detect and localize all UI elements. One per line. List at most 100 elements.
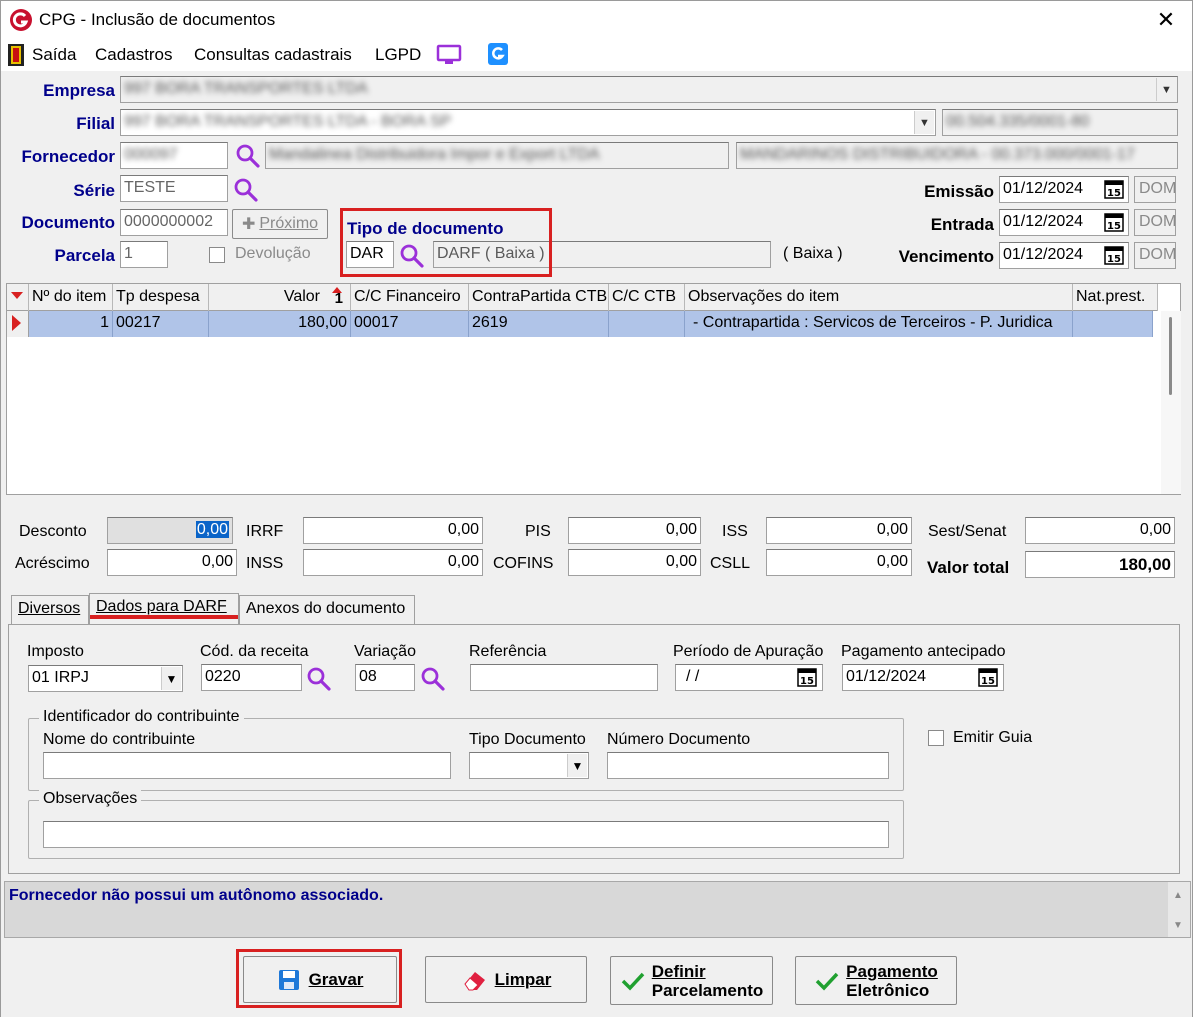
tipo-documento-contrib-select[interactable]: ▼ (469, 752, 589, 779)
menu-saida[interactable]: Saída (32, 45, 76, 65)
emitir-guia-checkbox[interactable] (928, 730, 944, 746)
parcelamento-label: Parcelamento (651, 980, 764, 1000)
chevron-down-icon[interactable]: ▼ (1156, 78, 1176, 101)
chevron-down-icon[interactable]: ▼ (567, 754, 587, 777)
cell-cc-financeiro[interactable]: 00017 (351, 311, 469, 337)
scroll-up-icon[interactable]: ▲ (1173, 890, 1183, 901)
fornecedor-addr-value: MANDARINOS DISTRIBUIDORA - 00.373.000/00… (740, 146, 1135, 163)
menu-lgpd[interactable]: LGPD (375, 45, 421, 65)
cell-item[interactable]: 1 (29, 311, 113, 337)
csll-input[interactable]: 0,00 (766, 549, 912, 576)
imposto-select[interactable]: 01 IRPJ ▼ (28, 665, 183, 692)
status-scrollbar[interactable]: ▲ ▼ (1168, 882, 1190, 937)
filial-combo[interactable]: 997 BORA TRANSPORTES LTDA - BORA SP ▼ (120, 109, 936, 136)
iss-input[interactable]: 0,00 (766, 517, 912, 544)
observacoes-title: Observações (39, 790, 142, 808)
vencimento-label: Vencimento (898, 247, 994, 266)
valor-total-field: 180,00 (1025, 551, 1175, 578)
col-header-nat-prest[interactable]: Nat.prest. (1073, 284, 1158, 311)
calendar-icon[interactable]: 15 (976, 666, 1000, 689)
desconto-input[interactable]: 0,00 (107, 517, 233, 544)
cell-nat-prest[interactable] (1073, 311, 1153, 337)
limpar-button[interactable]: Limpar (425, 956, 587, 1003)
fornecedor-label: Fornecedor (21, 147, 115, 166)
menu-cadastros[interactable]: Cadastros (95, 45, 172, 65)
cofins-input[interactable]: 0,00 (568, 549, 701, 576)
search-icon[interactable] (306, 666, 332, 692)
proximo-button[interactable]: ✚ Próximo (232, 209, 328, 239)
cell-valor[interactable]: 180,00 (209, 311, 351, 337)
table-row[interactable]: 1 00217 180,00 00017 2619 - Contrapartid… (7, 311, 1153, 337)
calendar-icon[interactable]: 15 (1102, 178, 1126, 201)
sest-senat-input[interactable]: 0,00 (1025, 517, 1175, 544)
numero-documento-input[interactable] (607, 752, 889, 779)
irrf-input[interactable]: 0,00 (303, 517, 483, 544)
cell-tp-despesa[interactable]: 00217 (113, 311, 209, 337)
calendar-icon[interactable]: 15 (1102, 244, 1126, 267)
parcela-input[interactable]: 1 (120, 241, 168, 268)
acrescimo-input[interactable]: 0,00 (107, 549, 237, 576)
eraser-icon (464, 971, 485, 990)
sort-order: 1 (334, 290, 343, 307)
status-area: Fornecedor não possui um autônomo associ… (4, 881, 1191, 938)
observacoes-input[interactable] (43, 821, 889, 848)
app-shortcut-icon[interactable] (487, 42, 509, 66)
sort-down-icon (11, 292, 23, 299)
col-header-item[interactable]: Nº do item (29, 284, 113, 311)
devolucao-checkbox[interactable] (209, 247, 225, 263)
variacao-input[interactable]: 08 (355, 664, 415, 691)
tipo-documento-contrib-label: Tipo Documento (469, 731, 586, 748)
calendar-icon[interactable]: 15 (1102, 211, 1126, 234)
col-header-valor[interactable]: Valor 1 (209, 284, 351, 311)
periodo-apuracao-label: Período de Apuração (673, 643, 824, 660)
col-header-tp-despesa[interactable]: Tp despesa (113, 284, 209, 311)
col-header-cc-ctb[interactable]: C/C CTB (609, 284, 685, 311)
scroll-down-icon[interactable]: ▼ (1173, 920, 1183, 931)
search-icon[interactable] (235, 143, 261, 169)
chevron-down-icon[interactable]: ▼ (161, 667, 181, 690)
grid-scrollbar[interactable] (1161, 311, 1181, 494)
tab-dados-darf[interactable]: Dados para DARF (89, 593, 239, 626)
close-icon[interactable]: ✕ (1154, 7, 1178, 33)
col-header-contrapartida[interactable]: ContraPartida CTB (469, 284, 609, 311)
tab-diversos[interactable]: Diversos (11, 595, 89, 624)
svg-text:15: 15 (981, 676, 995, 687)
col-header-observacoes[interactable]: Observações do item (685, 284, 1073, 311)
pagamento-eletronico-button[interactable]: Pagamento Eletrônico (795, 956, 957, 1005)
emissao-dow: DOM (1134, 176, 1176, 203)
fornecedor-code-input[interactable]: 000097 (120, 142, 228, 169)
col-header-cc-financeiro[interactable]: C/C Financeiro (351, 284, 469, 311)
empresa-combo[interactable]: 997 BORA TRANSPORTES LTDA ▼ (120, 76, 1178, 103)
monitor-icon[interactable] (436, 43, 462, 67)
menu-consultas-cadastrais[interactable]: Consultas cadastrais (194, 45, 352, 65)
title-bar: CPG - Inclusão de documentos ✕ (1, 1, 1192, 39)
chevron-down-icon[interactable]: ▼ (914, 111, 934, 134)
fornecedor-addr-field: MANDARINOS DISTRIBUIDORA - 00.373.000/00… (736, 142, 1178, 169)
tab-dados-darf-label: Dados para DARF (96, 598, 227, 615)
cod-receita-input[interactable]: 0220 (201, 664, 302, 691)
inss-input[interactable]: 0,00 (303, 549, 483, 576)
search-icon[interactable] (420, 666, 446, 692)
cell-observacoes[interactable]: - Contrapartida : Servicos de Terceiros … (685, 311, 1073, 337)
devolucao-label: Devolução (235, 245, 311, 262)
items-grid[interactable]: Nº do item Tp despesa Valor 1 C/C Financ… (6, 283, 1181, 495)
status-message: Fornecedor não possui um autônomo associ… (9, 887, 384, 904)
proximo-label: Próximo (259, 215, 319, 232)
nome-contribuinte-label: Nome do contribuinte (43, 731, 196, 748)
nome-contribuinte-input[interactable] (43, 752, 451, 779)
serie-input[interactable]: TESTE (120, 175, 228, 202)
grid-header-indicator (7, 284, 29, 311)
grid-scroll-thumb[interactable] (1169, 317, 1172, 395)
cell-contrapartida[interactable]: 2619 (469, 311, 609, 337)
parcela-label: Parcela (54, 246, 116, 265)
search-icon[interactable] (233, 177, 259, 203)
calendar-icon[interactable]: 15 (795, 666, 819, 689)
cofins-label: COFINS (493, 555, 554, 572)
pis-input[interactable]: 0,00 (568, 517, 701, 544)
definir-parcelamento-button[interactable]: Definir Parcelamento (610, 956, 773, 1005)
documento-input[interactable]: 0000000002 (120, 209, 228, 236)
cell-cc-ctb[interactable] (609, 311, 685, 337)
exit-door-icon[interactable] (7, 43, 25, 67)
tab-anexos[interactable]: Anexos do documento (239, 595, 415, 624)
referencia-input[interactable] (470, 664, 658, 691)
